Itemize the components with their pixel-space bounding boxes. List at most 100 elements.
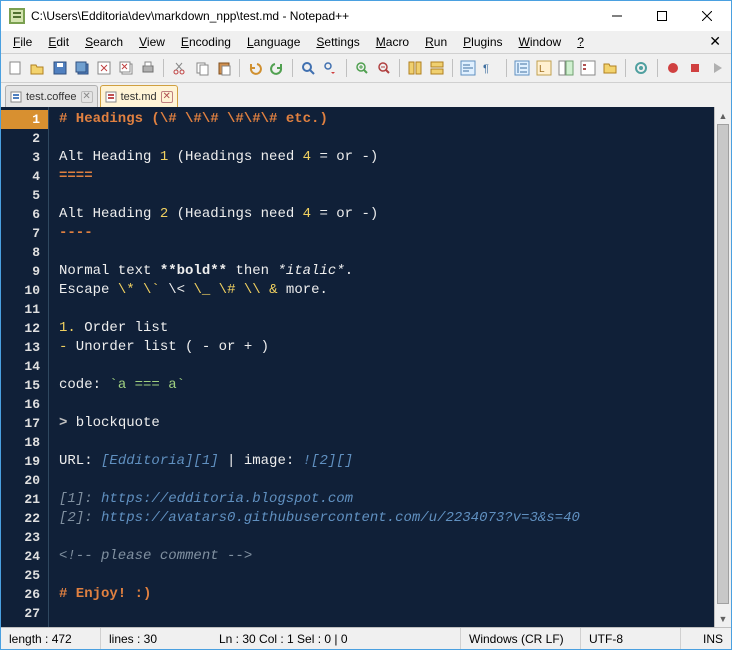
status-lines: lines : 30	[101, 628, 211, 649]
menu-?[interactable]: ?	[569, 33, 592, 51]
code-line: ====	[59, 167, 731, 186]
menu-file[interactable]: File	[5, 33, 40, 51]
code-line: Alt Heading 2 (Headings need 4 = or -)	[59, 205, 731, 224]
record-button[interactable]	[662, 57, 682, 79]
funclist-button[interactable]	[578, 57, 598, 79]
menu-close-button[interactable]: ✕	[709, 33, 721, 50]
menu-plugins[interactable]: Plugins	[455, 33, 510, 51]
status-eol: Windows (CR LF)	[461, 628, 581, 649]
open-file-button[interactable]	[27, 57, 47, 79]
toolbar-separator	[239, 59, 240, 77]
menu-language[interactable]: Language	[239, 33, 308, 51]
status-insert-mode: INS	[681, 628, 731, 649]
wordwrap-button[interactable]	[458, 57, 478, 79]
docmap-button[interactable]	[556, 57, 576, 79]
line-number: 19	[1, 452, 48, 471]
indent-guide-button[interactable]	[511, 57, 531, 79]
line-number: 2	[1, 129, 48, 148]
menu-search[interactable]: Search	[77, 33, 131, 51]
all-chars-button[interactable]: ¶	[480, 57, 500, 79]
menu-view[interactable]: View	[131, 33, 173, 51]
paste-button[interactable]	[214, 57, 234, 79]
undo-button[interactable]	[245, 57, 265, 79]
zoom-in-button[interactable]	[351, 57, 371, 79]
code-line	[59, 566, 731, 585]
tab-label: test.coffee	[26, 91, 77, 103]
cut-button[interactable]	[169, 57, 189, 79]
menu-encoding[interactable]: Encoding	[173, 33, 239, 51]
line-number: 21	[1, 490, 48, 509]
scroll-down-arrow[interactable]: ▼	[715, 610, 731, 627]
code-line: [1]: https://edditoria.blogspot.com	[59, 490, 731, 509]
tab-test-md[interactable]: test.md ✕	[100, 85, 178, 107]
stop-record-button[interactable]	[685, 57, 705, 79]
line-number: 14	[1, 357, 48, 376]
find-button[interactable]	[298, 57, 318, 79]
code-line: ----	[59, 224, 731, 243]
folder-browser-button[interactable]	[600, 57, 620, 79]
sync-h-button[interactable]	[427, 57, 447, 79]
line-number: 8	[1, 243, 48, 262]
line-number: 20	[1, 471, 48, 490]
save-button[interactable]	[49, 57, 69, 79]
menu-window[interactable]: Window	[511, 33, 570, 51]
minimize-button[interactable]	[594, 2, 639, 30]
toolbar-separator	[506, 59, 507, 77]
code-area[interactable]: # Headings (\# \#\# \#\#\# etc.) Alt Head…	[49, 107, 731, 627]
tab-close-icon[interactable]: ✕	[81, 91, 93, 103]
close-all-button[interactable]	[116, 57, 136, 79]
line-number: 9	[1, 262, 48, 281]
code-line: URL: [Edditoria][1] | image: ![2][]	[59, 452, 731, 471]
tab-test-coffee[interactable]: test.coffee ✕	[5, 85, 98, 107]
line-number: 24	[1, 547, 48, 566]
code-line: Normal text **bold** then *italic*.	[59, 262, 731, 281]
scroll-up-arrow[interactable]: ▲	[715, 107, 731, 124]
close-file-button[interactable]	[94, 57, 114, 79]
play-button[interactable]	[707, 57, 727, 79]
vertical-scrollbar[interactable]: ▲ ▼	[714, 107, 731, 627]
tab-label: test.md	[121, 91, 157, 103]
print-button[interactable]	[138, 57, 158, 79]
menu-macro[interactable]: Macro	[368, 33, 417, 51]
close-button[interactable]	[684, 2, 729, 30]
toolbar-separator	[452, 59, 453, 77]
toolbar-separator	[399, 59, 400, 77]
save-all-button[interactable]	[72, 57, 92, 79]
zoom-out-button[interactable]	[374, 57, 394, 79]
line-number: 11	[1, 300, 48, 319]
code-line: Escape \* \` \< \_ \# \\ & more.	[59, 281, 731, 300]
code-line	[59, 604, 731, 623]
app-icon	[9, 8, 25, 24]
replace-button[interactable]	[320, 57, 340, 79]
editor: 1234567891011121314151617181920212223242…	[1, 107, 731, 627]
line-number: 17	[1, 414, 48, 433]
tab-close-icon[interactable]: ✕	[161, 91, 173, 103]
code-line: # Headings (\# \#\# \#\#\# etc.)	[59, 110, 731, 129]
window-title: C:\Users\Edditoria\dev\markdown_npp\test…	[31, 9, 594, 23]
new-file-button[interactable]	[5, 57, 25, 79]
menu-settings[interactable]: Settings	[308, 33, 367, 51]
menu-edit[interactable]: Edit	[40, 33, 77, 51]
monitoring-button[interactable]	[631, 57, 651, 79]
file-icon	[105, 91, 117, 103]
maximize-button[interactable]	[639, 2, 684, 30]
sync-v-button[interactable]	[405, 57, 425, 79]
code-line: 1. Order list	[59, 319, 731, 338]
menu-bar: FileEditSearchViewEncodingLanguageSettin…	[1, 31, 731, 53]
line-number: 10	[1, 281, 48, 300]
menu-run[interactable]: Run	[417, 33, 455, 51]
line-number: 25	[1, 566, 48, 585]
line-number: 6	[1, 205, 48, 224]
scrollbar-thumb[interactable]	[717, 124, 729, 604]
line-number: 13	[1, 338, 48, 357]
line-number: 23	[1, 528, 48, 547]
redo-button[interactable]	[267, 57, 287, 79]
toolbar-separator	[163, 59, 164, 77]
copy-button[interactable]	[192, 57, 212, 79]
line-number: 26	[1, 585, 48, 604]
line-number: 15	[1, 376, 48, 395]
toolbar-separator	[346, 59, 347, 77]
udl-button[interactable]: L	[534, 57, 554, 79]
code-line	[59, 357, 731, 376]
line-number-gutter: 1234567891011121314151617181920212223242…	[1, 107, 49, 627]
